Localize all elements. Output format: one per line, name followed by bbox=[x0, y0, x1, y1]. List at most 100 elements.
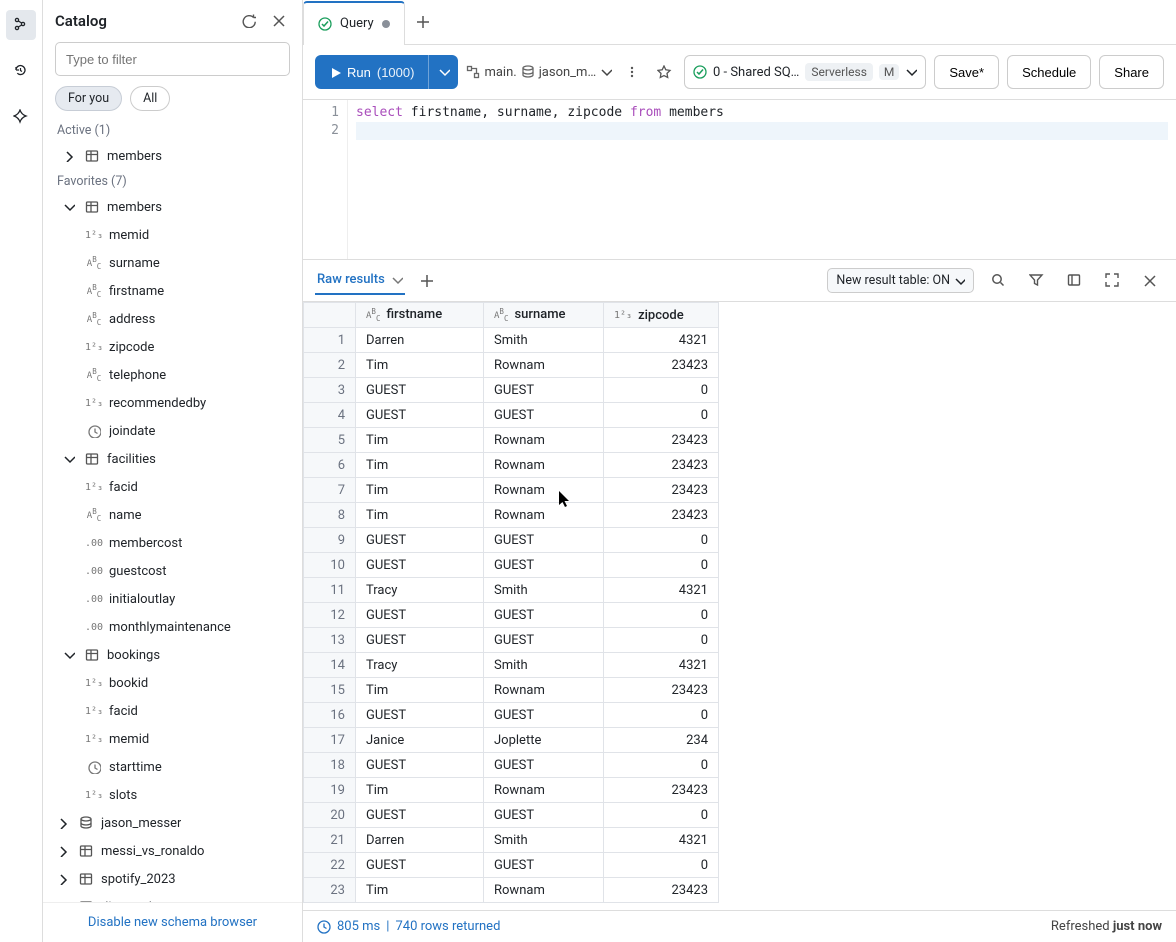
tree-col-facid[interactable]: 1²₃facid bbox=[49, 473, 296, 501]
new-result-label: New result table: ON bbox=[836, 273, 950, 288]
table-row[interactable]: 1DarrenSmith4321 bbox=[304, 328, 719, 353]
table-row[interactable]: 12GUESTGUEST0 bbox=[304, 603, 719, 628]
tree-col-surname[interactable]: ABCsurname bbox=[49, 249, 296, 277]
table-row[interactable]: 9GUESTGUEST0 bbox=[304, 528, 719, 553]
rail-assistant-icon[interactable] bbox=[6, 102, 36, 132]
col-rownum[interactable] bbox=[304, 303, 356, 328]
tree-col-memid[interactable]: 1²₃memid bbox=[49, 221, 296, 249]
rail-catalog-icon[interactable] bbox=[6, 10, 36, 40]
app-root: Catalog For you All Active (1)membersFav… bbox=[0, 0, 1176, 942]
table-row[interactable]: 8TimRownam23423 bbox=[304, 503, 719, 528]
table-row[interactable]: 20GUESTGUEST0 bbox=[304, 803, 719, 828]
tree-col-joindate[interactable]: joindate bbox=[49, 417, 296, 445]
filter-results-icon[interactable] bbox=[1022, 267, 1050, 295]
results-table-wrap[interactable]: ABCfirstnameABCsurname1²₃zipcode1DarrenS… bbox=[303, 302, 1176, 910]
tree-col-membercost[interactable]: .00membercost bbox=[49, 529, 296, 557]
add-tab-icon[interactable] bbox=[405, 15, 441, 29]
tree-item-members[interactable]: members bbox=[49, 193, 296, 221]
kebab-icon[interactable] bbox=[620, 58, 644, 86]
editor-code[interactable]: select firstname, surname, zipcode from … bbox=[348, 100, 1176, 259]
results-tab-raw[interactable]: Raw results bbox=[315, 266, 405, 295]
col-firstname[interactable]: ABCfirstname bbox=[356, 303, 484, 328]
table-row[interactable]: 18GUESTGUEST0 bbox=[304, 753, 719, 778]
table-row[interactable]: 11TracySmith4321 bbox=[304, 578, 719, 603]
add-results-tab-icon[interactable] bbox=[415, 274, 439, 288]
sql-editor[interactable]: 12 select firstname, surname, zipcode fr… bbox=[303, 100, 1176, 260]
schedule-button[interactable]: Schedule bbox=[1007, 55, 1091, 89]
table-row[interactable]: 23TimRownam23423 bbox=[304, 878, 719, 903]
refresh-icon[interactable] bbox=[238, 10, 260, 32]
run-dropdown-button[interactable] bbox=[428, 55, 458, 89]
table-row[interactable]: 7TimRownam23423 bbox=[304, 478, 719, 503]
table-row[interactable]: 2TimRownam23423 bbox=[304, 353, 719, 378]
tree-item-diamonds[interactable]: diamonds bbox=[49, 893, 296, 902]
close-results-icon[interactable] bbox=[1136, 267, 1164, 295]
tree-item-facilities[interactable]: facilities bbox=[49, 445, 296, 473]
tree-col-recommendedby[interactable]: 1²₃recommendedby bbox=[49, 389, 296, 417]
share-button[interactable]: Share bbox=[1099, 55, 1164, 89]
table-row[interactable]: 14TracySmith4321 bbox=[304, 653, 719, 678]
filter-input[interactable] bbox=[55, 42, 290, 76]
cluster-selector[interactable]: 0 - Shared SQ… Serverless M bbox=[684, 55, 926, 89]
tree-item-jason_messer[interactable]: jason_messer bbox=[49, 809, 296, 837]
table-row[interactable]: 4GUESTGUEST0 bbox=[304, 403, 719, 428]
star-icon[interactable] bbox=[652, 58, 676, 86]
nav-rail bbox=[0, 0, 43, 942]
table-row[interactable]: 6TimRownam23423 bbox=[304, 453, 719, 478]
tree-col-zipcode[interactable]: 1²₃zipcode bbox=[49, 333, 296, 361]
table-row[interactable]: 21DarrenSmith4321 bbox=[304, 828, 719, 853]
context-selector[interactable]: main. jason_m… bbox=[466, 65, 612, 80]
tree-col-initialoutlay[interactable]: .00initialoutlay bbox=[49, 585, 296, 613]
table-row[interactable]: 13GUESTGUEST0 bbox=[304, 628, 719, 653]
table-row[interactable]: 17JaniceJoplette234 bbox=[304, 728, 719, 753]
tree-col-memid[interactable]: 1²₃memid bbox=[49, 725, 296, 753]
disable-schema-browser-link[interactable]: Disable new schema browser bbox=[88, 915, 257, 930]
rail-history-icon[interactable] bbox=[6, 56, 36, 86]
tree-item-bookings[interactable]: bookings bbox=[49, 641, 296, 669]
col-surname[interactable]: ABCsurname bbox=[484, 303, 604, 328]
main-area: Query Run (1000) main. jason_m… bbox=[303, 0, 1176, 942]
table-row[interactable]: 15TimRownam23423 bbox=[304, 678, 719, 703]
save-button[interactable]: Save* bbox=[934, 55, 999, 89]
tree-col-telephone[interactable]: ABCtelephone bbox=[49, 361, 296, 389]
table-row[interactable]: 19TimRownam23423 bbox=[304, 778, 719, 803]
table-row[interactable]: 22GUESTGUEST0 bbox=[304, 853, 719, 878]
tree-col-guestcost[interactable]: .00guestcost bbox=[49, 557, 296, 585]
col-zipcode[interactable]: 1²₃zipcode bbox=[604, 303, 719, 328]
editor-toolbar: Run (1000) main. jason_m… 0 - Shared SQ…… bbox=[303, 45, 1176, 100]
table-row[interactable]: 5TimRownam23423 bbox=[304, 428, 719, 453]
tree-item-members[interactable]: members bbox=[49, 142, 296, 170]
tree-col-name[interactable]: ABCname bbox=[49, 501, 296, 529]
table-row[interactable]: 3GUESTGUEST0 bbox=[304, 378, 719, 403]
tree-col-slots[interactable]: 1²₃slots bbox=[49, 781, 296, 809]
tree-col-monthlymaintenance[interactable]: .00monthlymaintenance bbox=[49, 613, 296, 641]
tab-query[interactable]: Query bbox=[303, 1, 405, 45]
new-result-toggle[interactable]: New result table: ON bbox=[827, 268, 974, 293]
status-rows: 740 rows returned bbox=[395, 919, 500, 934]
tree-col-facid[interactable]: 1²₃facid bbox=[49, 697, 296, 725]
expand-icon[interactable] bbox=[1098, 267, 1126, 295]
serverless-badge: Serverless bbox=[805, 63, 873, 81]
panel-icon[interactable] bbox=[1060, 267, 1088, 295]
cluster-name: 0 - Shared SQ… bbox=[713, 65, 799, 80]
run-button[interactable]: Run (1000) bbox=[315, 55, 428, 89]
tree-col-address[interactable]: ABCaddress bbox=[49, 305, 296, 333]
section-favorites: Favorites (7) bbox=[49, 170, 296, 193]
search-results-icon[interactable] bbox=[984, 267, 1012, 295]
refreshed-prefix: Refreshed bbox=[1051, 919, 1113, 934]
tree-item-messi_vs_ronaldo[interactable]: messi_vs_ronaldo bbox=[49, 837, 296, 865]
status-bar: 805 ms | 740 rows returned Refreshed jus… bbox=[303, 910, 1176, 942]
pill-for-you[interactable]: For you bbox=[55, 86, 122, 111]
results-tab-label: Raw results bbox=[317, 272, 385, 287]
pill-all[interactable]: All bbox=[130, 86, 170, 111]
table-row[interactable]: 16GUESTGUEST0 bbox=[304, 703, 719, 728]
table-row[interactable]: 10GUESTGUEST0 bbox=[304, 553, 719, 578]
tree-col-firstname[interactable]: ABCfirstname bbox=[49, 277, 296, 305]
close-sidebar-icon[interactable] bbox=[268, 10, 290, 32]
tree-item-spotify_2023[interactable]: spotify_2023 bbox=[49, 865, 296, 893]
tree-col-starttime[interactable]: starttime bbox=[49, 753, 296, 781]
sidebar-title: Catalog bbox=[55, 12, 230, 30]
tree-col-bookid[interactable]: 1²₃bookid bbox=[49, 669, 296, 697]
check-circle-icon bbox=[693, 65, 707, 79]
unsaved-dot-icon bbox=[382, 20, 390, 28]
